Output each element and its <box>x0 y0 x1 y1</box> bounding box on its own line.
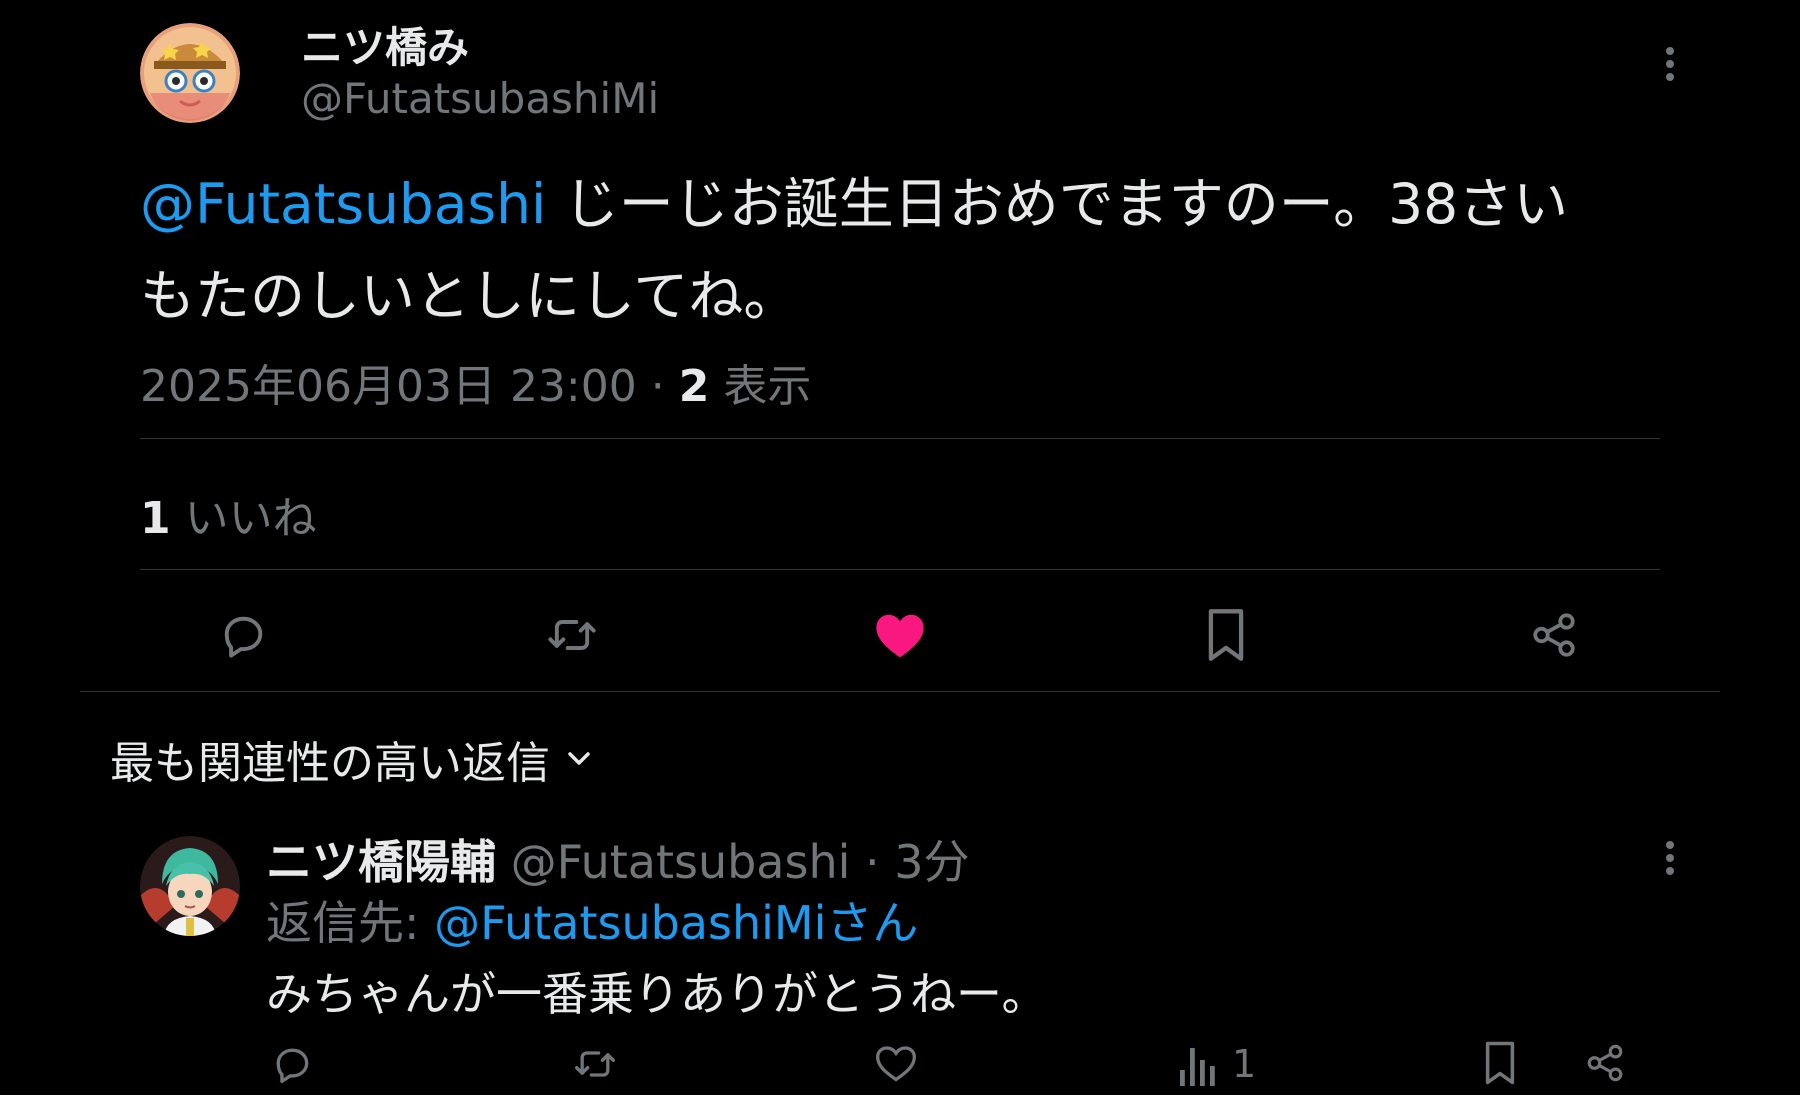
tweet-text-line2: もたのしいとしにしてね。 <box>140 264 799 328</box>
retweet-icon[interactable] <box>540 605 604 665</box>
bookmark-icon[interactable] <box>1196 603 1256 667</box>
reply-time[interactable]: · 3分 <box>850 835 970 889</box>
tweet-text-line1: じーじお誕生日おめでますのー。38さい <box>546 172 1569 236</box>
tweet-timestamp[interactable]: 2025年06月03日 23:00 <box>140 361 637 412</box>
author-name[interactable]: ニツ橋み <box>301 14 469 75</box>
tweet-meta: 2025年06月03日 23:00 · 2 表示 <box>140 350 811 414</box>
share-icon[interactable] <box>1584 1042 1626 1084</box>
reply-author-avatar[interactable] <box>140 836 240 936</box>
author-handle[interactable]: @FutatsubashiMi <box>301 74 659 123</box>
heart-icon[interactable] <box>874 1042 918 1084</box>
bookmark-icon[interactable] <box>1482 1040 1518 1086</box>
reply-text: みちゃんが一番乗りありがとうねー。 <box>266 967 1048 1021</box>
replies-sort-label: 最も関連性の高い返信 <box>110 738 550 789</box>
likes-label: いいね <box>170 493 317 544</box>
likes-summary[interactable]: 1 いいね <box>140 482 317 546</box>
more-options-icon[interactable] <box>1655 838 1685 878</box>
reply-to-link[interactable]: @FutatsubashiMiさん <box>434 896 918 950</box>
views-stat[interactable]: 1 <box>1178 1042 1256 1086</box>
more-options-icon[interactable] <box>1655 44 1685 84</box>
reply-views-count: 1 <box>1232 1042 1257 1086</box>
divider <box>140 569 1660 570</box>
views-label: 表示 <box>709 361 812 412</box>
mention-link[interactable]: @Futatsubashi <box>140 172 546 236</box>
meta-separator: · <box>636 361 679 412</box>
views-icon <box>1180 1048 1215 1086</box>
retweet-icon[interactable] <box>571 1042 619 1086</box>
reply-icon[interactable] <box>270 1042 314 1086</box>
likes-count: 1 <box>140 493 171 544</box>
reply-to-label: 返信先: <box>266 896 435 950</box>
reply-author-handle[interactable]: @Futatsubashi <box>496 835 851 889</box>
divider <box>80 691 1720 692</box>
heart-filled-icon[interactable] <box>868 605 932 665</box>
tweet-text: @Futatsubashi じーじお誕生日おめでますのー。38さい もたのしいと… <box>140 158 1670 342</box>
share-icon[interactable] <box>1524 605 1584 665</box>
reply-author-name[interactable]: ニツ橋陽輔 <box>266 835 496 889</box>
divider <box>140 438 1660 439</box>
reply-header: ニツ橋陽輔 @Futatsubashi · 3分 <box>266 826 970 892</box>
replies-sort-dropdown[interactable]: 最も関連性の高い返信 <box>110 727 594 791</box>
reply-to: 返信先: @FutatsubashiMiさん <box>266 887 918 953</box>
author-avatar[interactable] <box>140 23 240 123</box>
chevron-down-icon <box>568 752 590 765</box>
views-count: 2 <box>678 361 710 412</box>
reply-icon[interactable] <box>213 605 273 665</box>
